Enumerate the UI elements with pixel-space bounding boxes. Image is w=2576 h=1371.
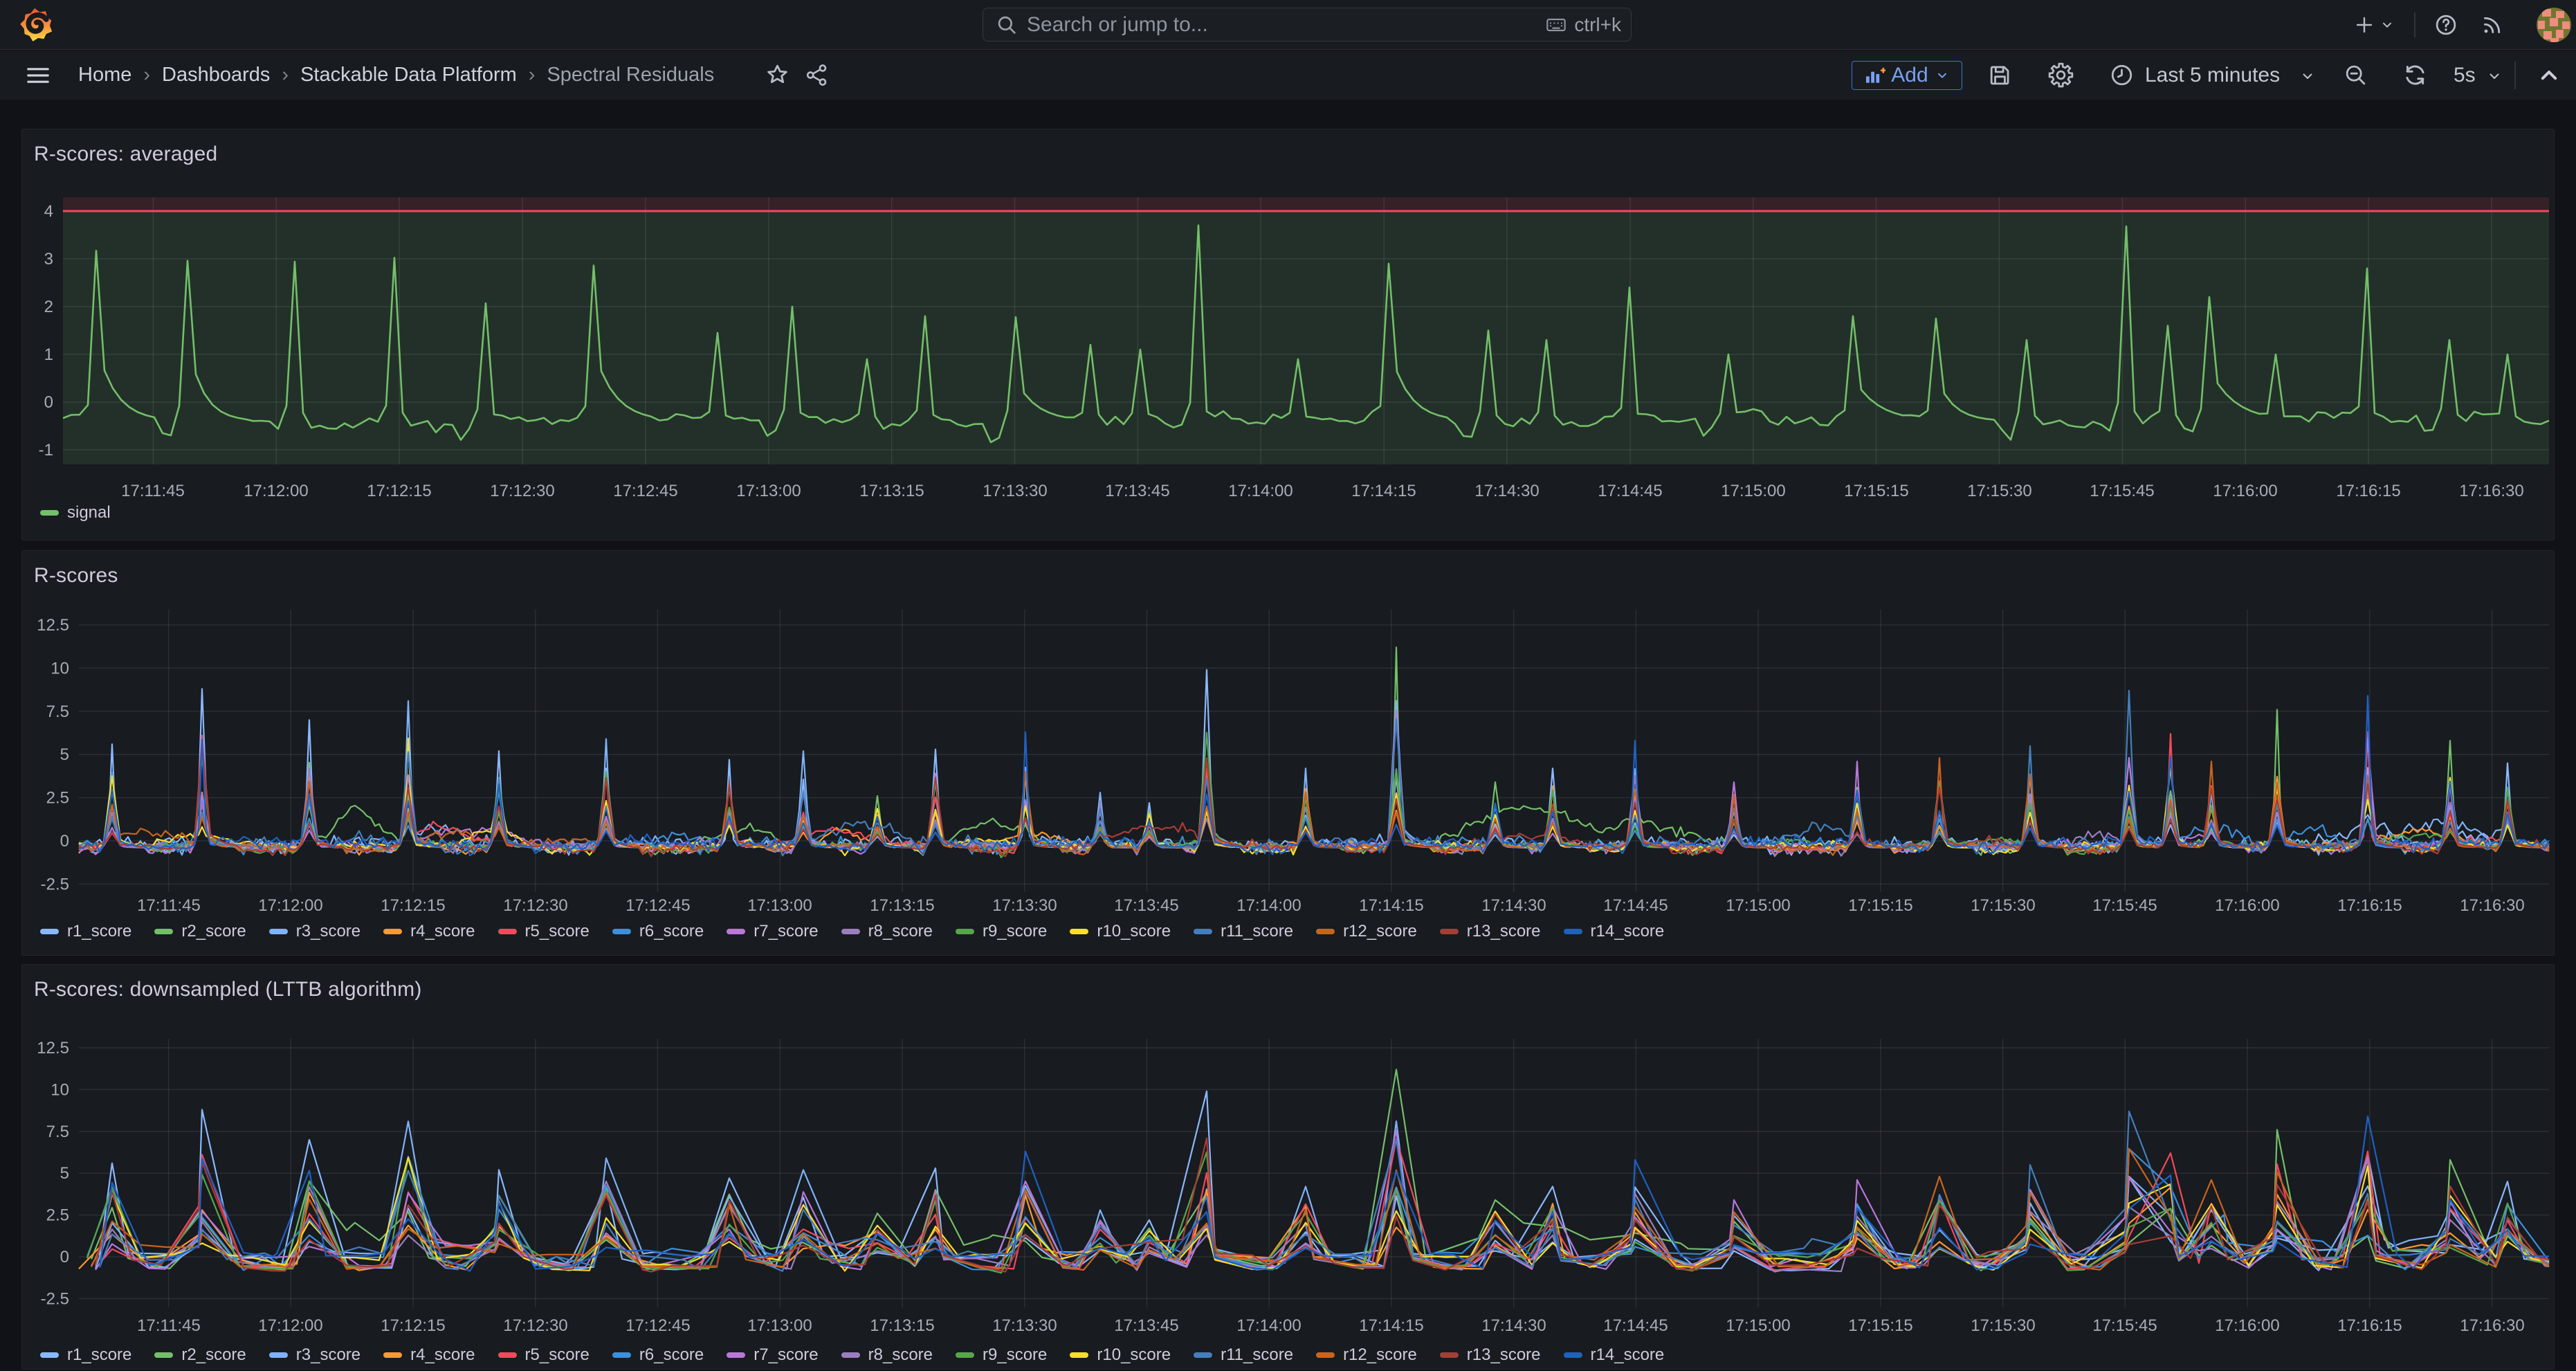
svg-text:17:12:00: 17:12:00 [258, 1316, 322, 1335]
svg-text:17:15:15: 17:15:15 [1848, 896, 1912, 915]
svg-text:7.5: 7.5 [46, 702, 69, 721]
svg-text:17:14:00: 17:14:00 [1228, 482, 1292, 500]
svg-text:17:15:30: 17:15:30 [1967, 482, 2031, 500]
svg-text:17:15:00: 17:15:00 [1726, 896, 1790, 915]
svg-text:17:16:30: 17:16:30 [2460, 1316, 2524, 1335]
svg-text:17:16:00: 17:16:00 [2215, 896, 2279, 915]
svg-text:17:13:30: 17:13:30 [992, 1316, 1057, 1335]
svg-text:17:12:45: 17:12:45 [613, 482, 677, 500]
svg-text:1: 1 [44, 345, 53, 364]
svg-text:-2.5: -2.5 [41, 1289, 69, 1308]
svg-text:2.5: 2.5 [46, 789, 69, 808]
svg-text:12.5: 12.5 [37, 1039, 69, 1057]
svg-text:17:13:00: 17:13:00 [747, 1316, 812, 1335]
svg-text:-1: -1 [39, 441, 53, 460]
svg-text:17:15:30: 17:15:30 [1971, 1316, 2035, 1335]
svg-text:17:14:30: 17:14:30 [1474, 482, 1539, 500]
svg-text:17:11:45: 17:11:45 [121, 482, 185, 500]
svg-text:2: 2 [44, 298, 53, 316]
svg-text:17:13:15: 17:13:15 [870, 896, 934, 915]
svg-text:7.5: 7.5 [46, 1123, 69, 1141]
svg-text:17:16:15: 17:16:15 [2336, 482, 2400, 500]
svg-text:0: 0 [44, 393, 53, 412]
svg-text:17:14:15: 17:14:15 [1359, 1316, 1423, 1335]
svg-text:17:16:30: 17:16:30 [2460, 896, 2524, 915]
svg-text:10: 10 [51, 659, 69, 678]
svg-text:17:15:00: 17:15:00 [1721, 482, 1785, 500]
svg-text:17:15:45: 17:15:45 [2092, 1316, 2157, 1335]
svg-text:17:12:15: 17:12:15 [381, 896, 445, 915]
svg-text:17:12:30: 17:12:30 [503, 896, 567, 915]
svg-text:5: 5 [60, 745, 69, 764]
svg-text:17:14:45: 17:14:45 [1598, 482, 1662, 500]
svg-text:5: 5 [60, 1164, 69, 1183]
svg-text:17:12:45: 17:12:45 [625, 1316, 690, 1335]
svg-text:3: 3 [44, 250, 53, 269]
svg-text:17:14:30: 17:14:30 [1481, 896, 1546, 915]
svg-text:17:15:45: 17:15:45 [2092, 896, 2157, 915]
svg-text:17:13:30: 17:13:30 [983, 482, 1047, 500]
svg-text:17:13:45: 17:13:45 [1114, 1316, 1178, 1335]
svg-text:17:11:45: 17:11:45 [137, 1316, 201, 1335]
svg-text:10: 10 [51, 1080, 69, 1099]
svg-text:17:15:45: 17:15:45 [2090, 482, 2154, 500]
svg-text:17:14:45: 17:14:45 [1603, 1316, 1668, 1335]
svg-text:17:15:00: 17:15:00 [1726, 1316, 1790, 1335]
svg-text:17:16:15: 17:16:15 [2337, 1316, 2402, 1335]
svg-text:17:14:00: 17:14:00 [1236, 896, 1301, 915]
svg-text:17:12:00: 17:12:00 [244, 482, 308, 500]
svg-text:17:13:00: 17:13:00 [747, 896, 812, 915]
svg-text:17:15:15: 17:15:15 [1848, 1316, 1912, 1335]
svg-text:17:11:45: 17:11:45 [137, 896, 201, 915]
svg-text:2.5: 2.5 [46, 1206, 69, 1225]
svg-text:-2.5: -2.5 [41, 875, 69, 893]
svg-text:17:14:45: 17:14:45 [1603, 896, 1668, 915]
svg-text:17:16:00: 17:16:00 [2215, 1316, 2279, 1335]
svg-text:17:12:00: 17:12:00 [258, 896, 322, 915]
svg-text:17:13:45: 17:13:45 [1114, 896, 1178, 915]
svg-text:17:13:30: 17:13:30 [992, 896, 1057, 915]
svg-text:17:14:15: 17:14:15 [1359, 896, 1423, 915]
svg-text:17:14:30: 17:14:30 [1481, 1316, 1546, 1335]
svg-text:17:16:15: 17:16:15 [2337, 896, 2402, 915]
svg-text:17:15:30: 17:15:30 [1971, 896, 2035, 915]
svg-text:17:13:00: 17:13:00 [736, 482, 801, 500]
svg-text:17:13:15: 17:13:15 [859, 482, 924, 500]
svg-text:0: 0 [60, 1248, 69, 1266]
svg-text:17:12:30: 17:12:30 [490, 482, 554, 500]
svg-text:17:16:00: 17:16:00 [2213, 482, 2277, 500]
svg-text:17:12:30: 17:12:30 [503, 1316, 567, 1335]
svg-text:17:14:15: 17:14:15 [1351, 482, 1416, 500]
svg-text:0: 0 [60, 832, 69, 851]
svg-text:17:12:15: 17:12:15 [367, 482, 431, 500]
svg-text:17:13:45: 17:13:45 [1105, 482, 1169, 500]
svg-text:12.5: 12.5 [37, 616, 69, 635]
svg-text:4: 4 [44, 202, 53, 221]
svg-text:17:12:45: 17:12:45 [625, 896, 690, 915]
svg-text:17:16:30: 17:16:30 [2459, 482, 2523, 500]
svg-text:17:13:15: 17:13:15 [870, 1316, 934, 1335]
svg-text:17:14:00: 17:14:00 [1236, 1316, 1301, 1335]
svg-text:17:12:15: 17:12:15 [381, 1316, 445, 1335]
svg-text:17:15:15: 17:15:15 [1844, 482, 1908, 500]
